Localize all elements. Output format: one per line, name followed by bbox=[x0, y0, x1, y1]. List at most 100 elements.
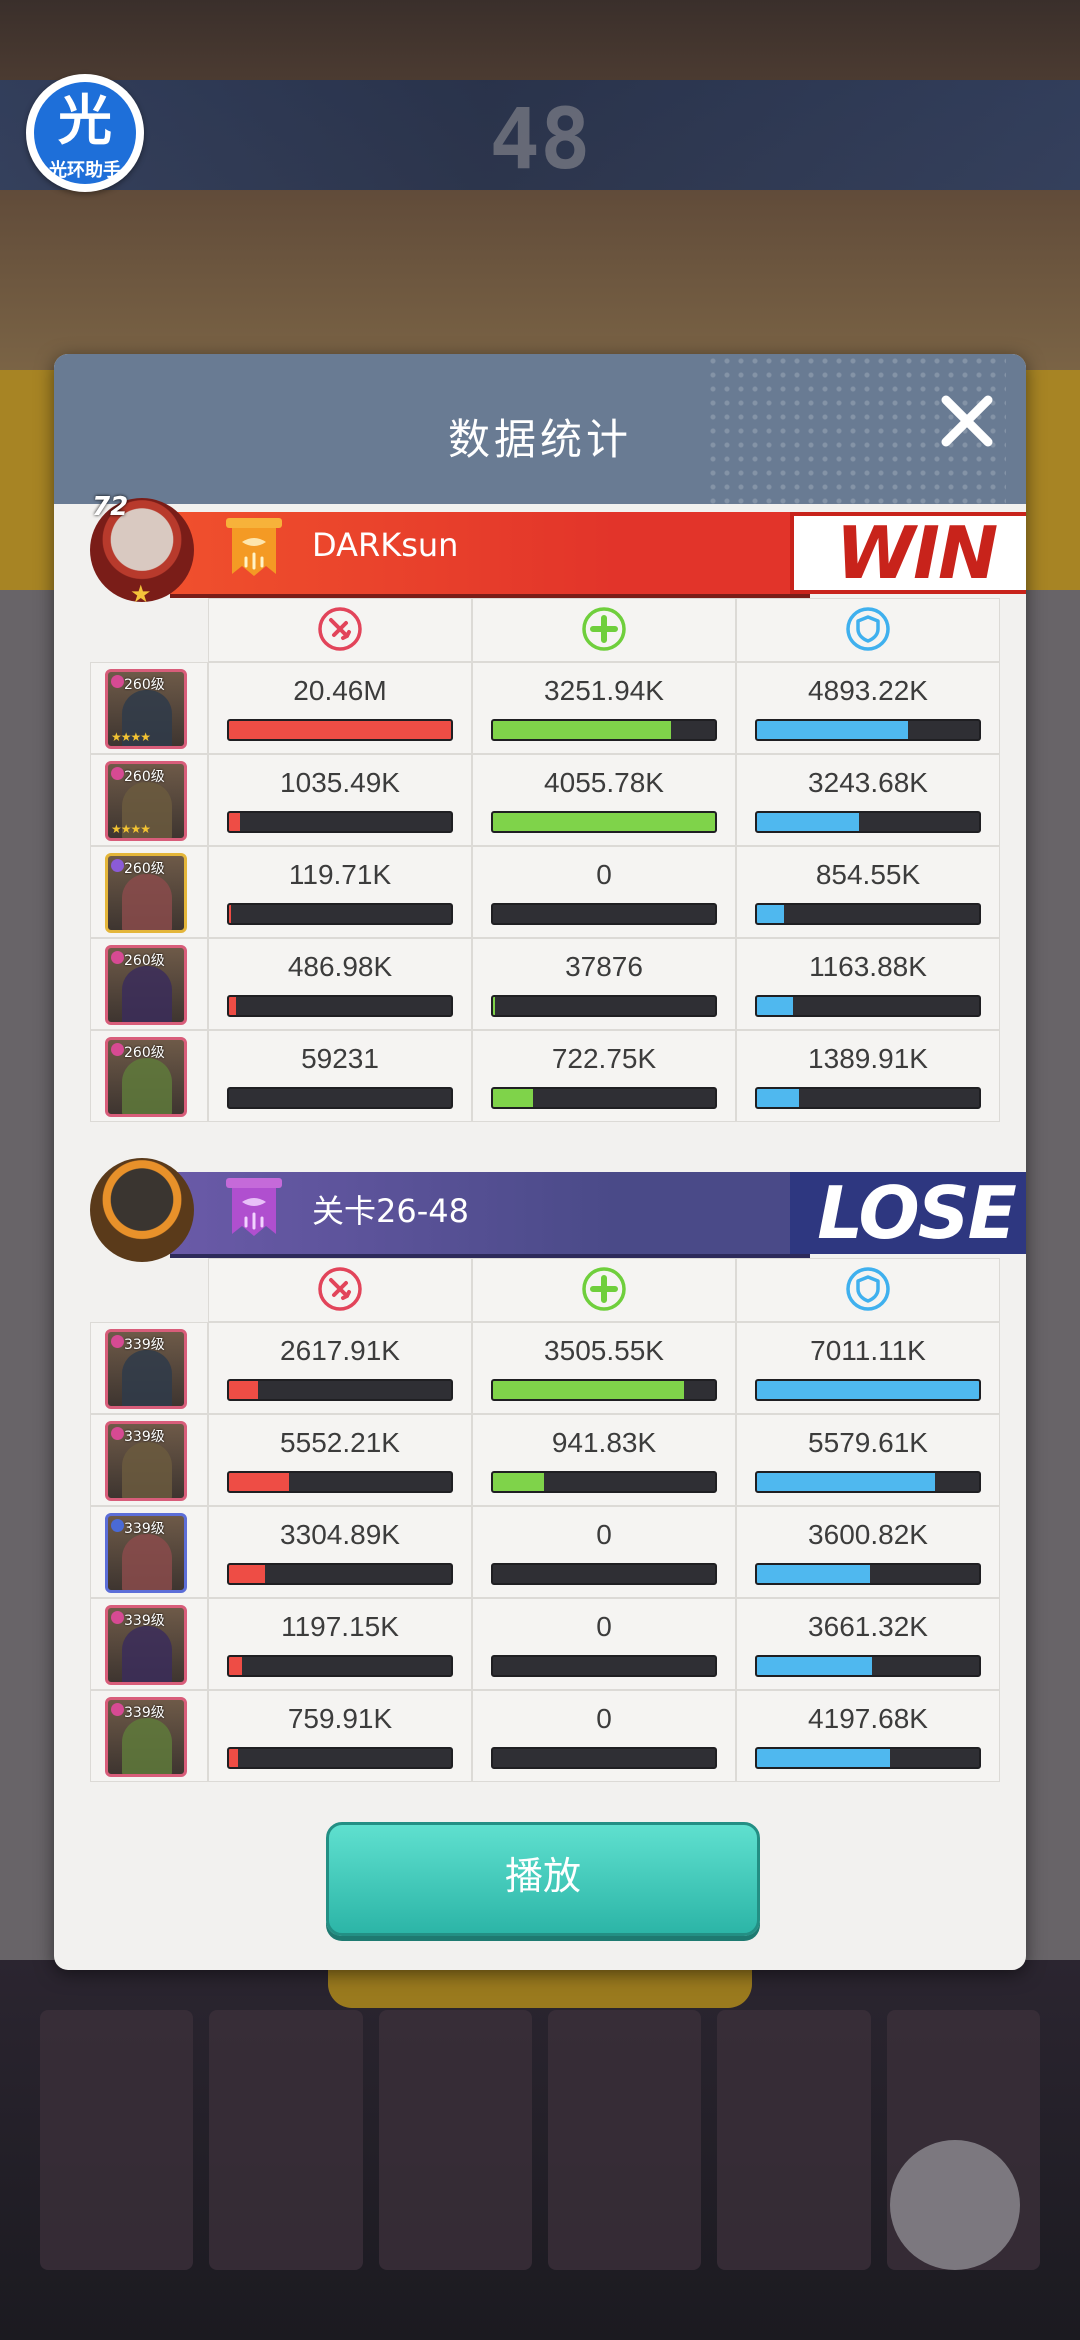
hero-level: 339级 bbox=[124, 1705, 165, 1721]
damage-stat-cell: 1197.15K bbox=[208, 1598, 472, 1690]
heal-stat-cell: 3505.55K bbox=[472, 1322, 736, 1414]
damage-stat-cell: 486.98K bbox=[208, 938, 472, 1030]
heal-stat-bar bbox=[491, 719, 717, 741]
heal-stat-value: 37876 bbox=[565, 951, 643, 982]
tank-stat-value: 4893.22K bbox=[808, 675, 928, 706]
tank-stat-bar bbox=[755, 1747, 981, 1769]
heal-stat-value: 4055.78K bbox=[544, 767, 664, 798]
team-header: 72 ★ DARKsun WIN bbox=[90, 492, 1026, 608]
heal-stat-bar bbox=[491, 1087, 717, 1109]
table-row: 339级 3304.89K 0 3600.82K bbox=[90, 1506, 1026, 1598]
damage-stat-value: 759.91K bbox=[287, 1703, 393, 1734]
hero-portrait[interactable]: 260级 bbox=[105, 1037, 187, 1117]
hero-stars: ★★★★ bbox=[111, 730, 151, 744]
hero-level: 260级 bbox=[124, 953, 165, 969]
damage-stat-value: 486.98K bbox=[287, 951, 393, 982]
heal-stat-value: 3251.94K bbox=[544, 675, 664, 706]
hero-stars: ★★★★ bbox=[111, 822, 151, 836]
hero-element-icon bbox=[111, 859, 124, 872]
stats-header-cell bbox=[208, 598, 472, 662]
close-icon[interactable] bbox=[934, 388, 1000, 454]
stats-header-cell bbox=[472, 598, 736, 662]
damage-stat-bar-fill bbox=[229, 1749, 238, 1767]
hero-portrait[interactable]: 339级 bbox=[105, 1421, 187, 1501]
damage-stat-bar-fill bbox=[229, 1657, 243, 1675]
damage-stat-cell: 3304.89K bbox=[208, 1506, 472, 1598]
tank-stat-bar-fill bbox=[757, 997, 793, 1015]
heal-stat-bar bbox=[491, 995, 717, 1017]
heal-stat-bar bbox=[491, 1655, 717, 1677]
heal-stat-bar bbox=[491, 811, 717, 833]
stats-header-cell bbox=[736, 1258, 1000, 1322]
attack-damage-icon bbox=[318, 607, 362, 651]
tank-stat-cell: 4893.22K bbox=[736, 662, 1000, 754]
tank-stat-bar-fill bbox=[757, 1089, 800, 1107]
heal-stat-cell: 0 bbox=[472, 846, 736, 938]
play-button[interactable]: 播放 bbox=[326, 1822, 760, 1936]
stats-dialog: 数据统计 72 ★ DARKsun WIN 260级 ★★★★ 20.46M 3… bbox=[54, 354, 1026, 1970]
damage-stat-value: 1035.49K bbox=[280, 767, 400, 798]
hero-level: 339级 bbox=[124, 1613, 165, 1629]
tank-stat-bar bbox=[755, 1471, 981, 1493]
tank-stat-value: 3661.32K bbox=[808, 1611, 928, 1642]
table-row: 260级 59231 722.75K 1389.91K bbox=[90, 1030, 1026, 1122]
tank-stat-value: 1389.91K bbox=[808, 1043, 928, 1074]
hero-element-icon bbox=[111, 1611, 124, 1624]
damage-stat-bar-fill bbox=[229, 1565, 265, 1583]
hero-portrait[interactable]: 339级 bbox=[105, 1605, 187, 1685]
hero-element-icon bbox=[111, 1519, 124, 1532]
table-row: 339级 1197.15K 0 3661.32K bbox=[90, 1598, 1026, 1690]
heal-stat-bar-fill bbox=[493, 1089, 533, 1107]
hero-portrait[interactable]: 260级 bbox=[105, 945, 187, 1025]
hero-portrait[interactable]: 339级 bbox=[105, 1329, 187, 1409]
tank-stat-bar-fill bbox=[757, 905, 784, 923]
hero-portrait[interactable]: 339级 bbox=[105, 1697, 187, 1777]
hero-element-icon bbox=[111, 1427, 124, 1440]
hero-figure bbox=[122, 1058, 172, 1114]
heal-stat-value: 3505.55K bbox=[544, 1335, 664, 1366]
heal-stat-cell: 4055.78K bbox=[472, 754, 736, 846]
attack-damage-icon bbox=[318, 1267, 362, 1311]
hero-element-icon bbox=[111, 675, 124, 688]
hero-portrait[interactable]: 260级 bbox=[105, 853, 187, 933]
hero-level: 260级 bbox=[124, 861, 165, 877]
hero-level: 260级 bbox=[124, 769, 165, 785]
hero-portrait[interactable]: 339级 bbox=[105, 1513, 187, 1593]
hero-level: 339级 bbox=[124, 1337, 165, 1353]
hero-level: 260级 bbox=[124, 1045, 165, 1061]
hero-level: 339级 bbox=[124, 1521, 165, 1537]
heal-stat-cell: 0 bbox=[472, 1598, 736, 1690]
damage-stat-bar bbox=[227, 719, 453, 741]
background-hero-cards bbox=[40, 2010, 1040, 2270]
tank-stat-bar bbox=[755, 1655, 981, 1677]
damage-stat-cell: 1035.49K bbox=[208, 754, 472, 846]
heal-stat-cell: 0 bbox=[472, 1506, 736, 1598]
rank-star-icon: ★ bbox=[130, 580, 152, 608]
damage-stat-value: 3304.89K bbox=[280, 1519, 400, 1550]
table-row: 260级 ★★★★ 1035.49K 4055.78K 3243.68K bbox=[90, 754, 1026, 846]
player-avatar[interactable]: 72 ★ bbox=[90, 492, 194, 608]
helper-badge[interactable]: 光 光环助手 bbox=[26, 74, 144, 192]
hero-portrait[interactable]: 260级 ★★★★ bbox=[105, 669, 187, 749]
tank-stat-bar bbox=[755, 719, 981, 741]
damage-stat-bar bbox=[227, 1087, 453, 1109]
team-banner-icon bbox=[226, 518, 282, 576]
healing-cross-icon bbox=[582, 1267, 626, 1311]
damage-stat-value: 2617.91K bbox=[280, 1335, 400, 1366]
hero-portrait[interactable]: 260级 ★★★★ bbox=[105, 761, 187, 841]
hero-element-icon bbox=[111, 951, 124, 964]
tank-stat-bar-fill bbox=[757, 1473, 935, 1491]
hero-figure bbox=[122, 1350, 172, 1406]
damage-stat-value: 20.46M bbox=[293, 675, 387, 706]
tank-stat-bar bbox=[755, 1379, 981, 1401]
hero-figure bbox=[122, 1718, 172, 1774]
damage-stat-bar bbox=[227, 1747, 453, 1769]
stats-header-cell bbox=[208, 1258, 472, 1322]
tank-stat-value: 4197.68K bbox=[808, 1703, 928, 1734]
tank-stat-value: 5579.61K bbox=[808, 1427, 928, 1458]
hero-element-icon bbox=[111, 1703, 124, 1716]
heal-stat-value: 0 bbox=[596, 859, 612, 890]
heal-stat-bar-fill bbox=[493, 813, 715, 831]
damage-stat-value: 5552.21K bbox=[280, 1427, 400, 1458]
damage-stat-cell: 20.46M bbox=[208, 662, 472, 754]
